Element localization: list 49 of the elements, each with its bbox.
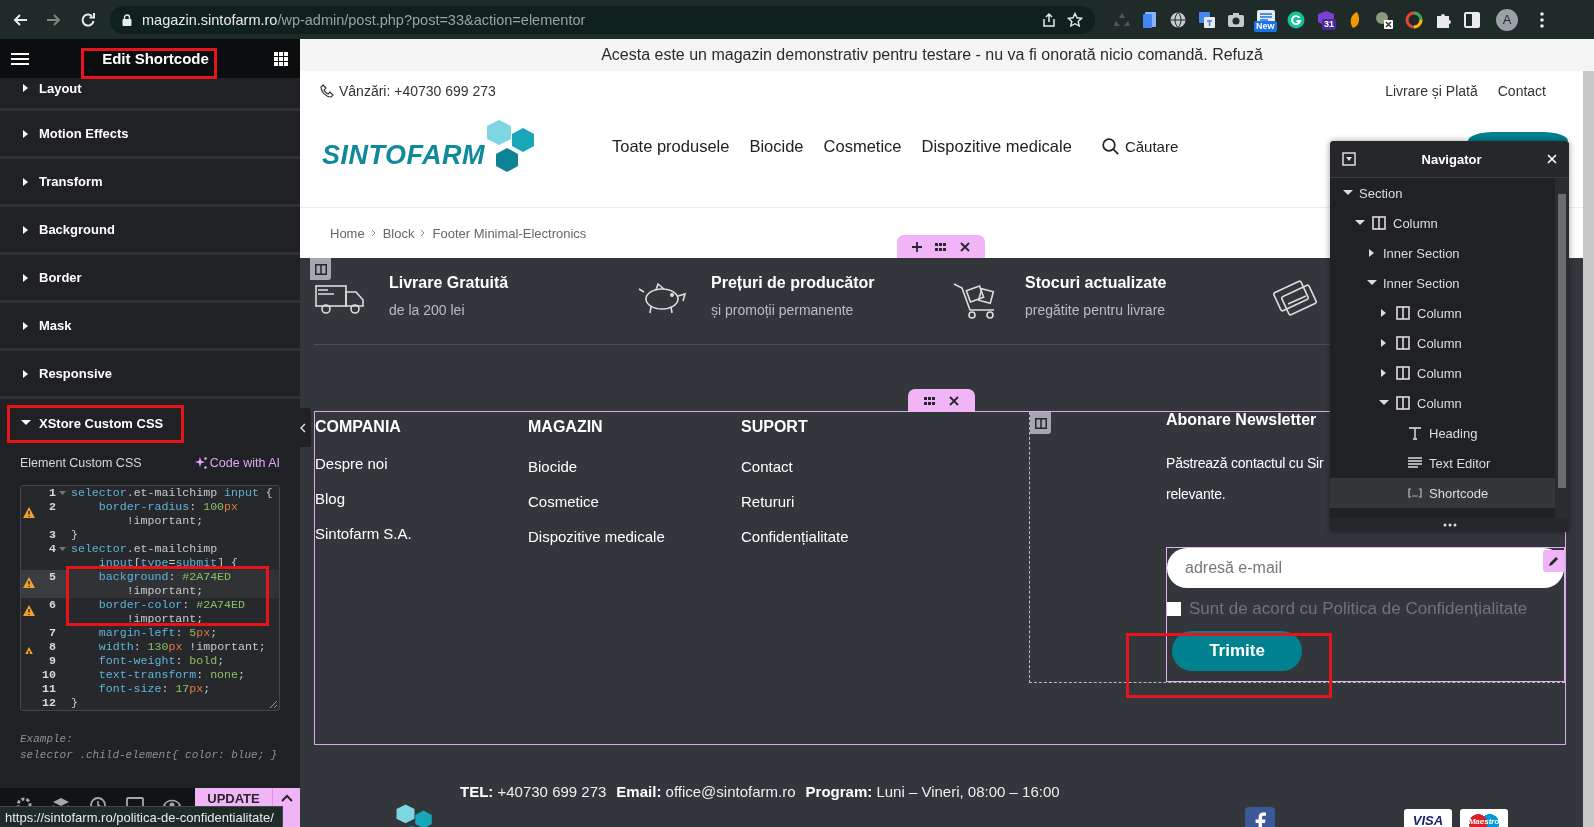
- line-number: 12: [42, 696, 56, 710]
- feature-title: Prețuri de producător: [711, 273, 875, 293]
- code-line: font-weight: bold;: [97, 654, 225, 668]
- line-number: 9: [49, 654, 56, 668]
- line-number: 5: [49, 570, 56, 584]
- code-line: font-size: 17px;: [97, 682, 211, 696]
- feature-subtitle: pregătite pentru livrare: [1025, 302, 1167, 318]
- code-line: background: #2A74ED !important;: [97, 570, 232, 598]
- demo-store-notice: Acesta este un magazin demonstrativ pentru testare - nu va fi onorată nicio comandă. Refuză: [300, 39, 1594, 71]
- status-url: https://sintofarm.ro/politica-de-confidentialitate/: [5, 809, 274, 825]
- contact-info: TEL: +40730 699 273: [460, 783, 607, 800]
- line-number: 6: [49, 598, 56, 612]
- feature-title: Livrare Gratuită: [389, 273, 509, 293]
- code-line: }: [70, 528, 78, 542]
- line-number: 1: [49, 486, 56, 500]
- code-line: margin-left: 5px;: [97, 626, 218, 640]
- newsletter-text: relevante.: [1166, 485, 1226, 504]
- navigator-title: Navigator: [1421, 151, 1482, 167]
- column-heading: SUPORT: [741, 417, 809, 437]
- newsletter-heading: Abonare Newsletter: [1166, 412, 1318, 428]
- consent-label: Sunt de acord cu Politica de Confidențialitate: [1189, 599, 1528, 619]
- panel-title: Edit Shortcode: [102, 50, 209, 67]
- newsletter-text: Păstrează contactul cu Sir: [1166, 454, 1324, 473]
- code-line: }: [70, 696, 78, 710]
- code-line: border-radius: 100px !important;: [97, 500, 238, 528]
- line-number: 2: [49, 500, 56, 514]
- line-number: 11: [42, 682, 56, 696]
- code-line: text-transform: none;: [97, 668, 245, 682]
- code-line: selector.et-mailchimp input {: [70, 486, 273, 500]
- logo-text: SINTOFARM: [322, 140, 485, 171]
- field-label: Element Custom CSS: [20, 456, 142, 470]
- line-number: 10: [42, 668, 56, 682]
- code-line: border-color: #2A74ED !important;: [97, 598, 245, 626]
- line-number: 3: [49, 528, 56, 542]
- code-line: width: 130px !important;: [97, 640, 266, 654]
- feature-subtitle: de la 200 lei: [389, 302, 466, 318]
- contact-info: Email: office@sintofarm.ro: [616, 783, 796, 800]
- feature-title: Stocuri actualizate: [1025, 273, 1167, 293]
- column-heading: MAGAZIN: [528, 417, 604, 437]
- contact-info: Program: Luni – Vineri, 08:00 – 16:00: [805, 783, 1060, 800]
- column-heading: COMPANIA: [315, 417, 402, 437]
- example-label: Example:: [20, 732, 74, 747]
- line-number: 8: [49, 640, 56, 654]
- payment-card: VISA: [1404, 809, 1452, 827]
- line-number: 4: [49, 542, 56, 556]
- phone-number: Vânzări: +40730 699 273: [339, 83, 496, 99]
- feature-subtitle: și promoții permanente: [711, 302, 855, 318]
- line-number: 7: [49, 626, 56, 640]
- example-code: selector .child-element{ color: blue; }: [20, 748, 279, 763]
